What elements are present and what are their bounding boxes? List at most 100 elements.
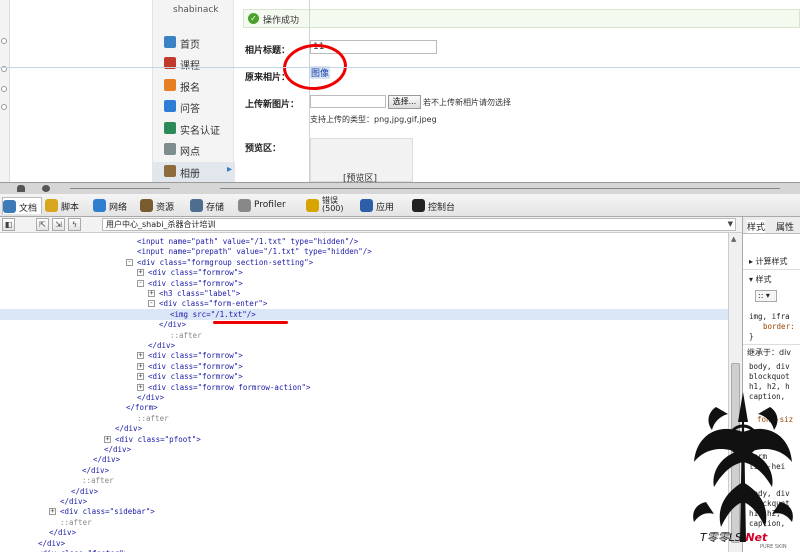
tab-devtools[interactable]: 存储 <box>190 197 230 214</box>
expand-icon[interactable]: + <box>137 362 144 370</box>
dom-tree-row[interactable]: - <div class="formrow"> <box>0 278 728 289</box>
style-filter-dropdown[interactable]: :: ▾ <box>755 290 777 302</box>
tab-devtools[interactable]: 控制台 <box>412 197 455 214</box>
error-count: (500) <box>322 204 344 213</box>
sidebar-item[interactable]: 相册 ▸ <box>153 162 235 182</box>
dom-tree-row[interactable]: </div> <box>0 496 728 507</box>
sidebar-item[interactable]: 报名 <box>153 76 235 96</box>
watermark-subtext: PURE SKIN <box>760 544 787 550</box>
dom-tree-row[interactable]: <div class="footer"> <box>0 548 728 552</box>
highlight-icon[interactable]: ⇲ <box>52 218 65 231</box>
select-element-icon[interactable]: ⇱ <box>36 218 49 231</box>
resources-icon <box>140 199 153 212</box>
inspect-icon[interactable] <box>17 185 25 192</box>
dom-tree-row[interactable]: </div> <box>0 454 728 465</box>
dom-tree-row[interactable]: + <div class="formrow"> <box>0 371 728 382</box>
computed-styles-toggle[interactable]: ▸ 计算样式 <box>749 256 788 267</box>
profiler-icon <box>238 199 251 212</box>
dom-tree-row[interactable]: + <div class="formrow formrow-action"> <box>0 382 728 393</box>
dom-tree-row[interactable]: + <div class="formrow"> <box>0 361 728 372</box>
expand-icon[interactable]: + <box>49 508 56 516</box>
dom-node-text: </div> <box>38 538 66 548</box>
dom-tree-row[interactable]: - <div class="formgroup section-setting"> <box>0 257 728 268</box>
dom-node-text: <h3 class="label"> <box>159 289 241 298</box>
tab-devtools[interactable]: 脚本 <box>45 197 85 214</box>
dom-tree-row[interactable]: + <div class="formrow"> <box>0 267 728 278</box>
sidebar-item[interactable]: 首页 <box>153 33 235 53</box>
expand-icon[interactable]: + <box>137 352 144 360</box>
dom-tree-row[interactable]: <input name="prepath" value="/1.txt" typ… <box>0 246 728 257</box>
expand-icon[interactable]: + <box>148 290 155 297</box>
tab-devtools[interactable]: 资源 <box>140 197 180 214</box>
dom-tree-row[interactable]: + <h3 class="label"> <box>0 288 728 299</box>
dom-tree-row[interactable]: + <div class="formrow"> <box>0 350 728 361</box>
dom-tree-row[interactable]: - <div class="form-enter"> <box>0 298 728 309</box>
strip-dot[interactable] <box>1 38 7 44</box>
tab-attributes[interactable]: 属性 <box>776 220 794 233</box>
dom-node-text: <input name="prepath" value="/1.txt" typ… <box>137 247 372 257</box>
cloud-icon[interactable] <box>42 185 50 192</box>
sidebar-item[interactable]: 实名认证 <box>153 119 235 139</box>
dom-node-text: </div> <box>49 528 77 538</box>
dom-tree-row[interactable]: </div> <box>0 423 728 434</box>
dom-node-text: <div class="footer"> <box>38 548 128 552</box>
dom-tree-row[interactable]: ::after <box>0 413 728 424</box>
sidebar-item[interactable]: 课程 <box>153 54 235 74</box>
watermark-text-suffix: Net <box>745 531 768 544</box>
tab-devtools[interactable]: 网络 <box>93 197 133 214</box>
dom-tree-row[interactable]: </div> <box>0 486 728 497</box>
dom-tree-row[interactable]: </div> <box>0 340 728 351</box>
tab-label-text: 文档 <box>19 204 38 214</box>
tab-devtools[interactable]: 应用 <box>360 197 400 214</box>
tab-styles[interactable]: 样式 <box>747 220 766 233</box>
tab-devtools[interactable]: Profiler <box>238 197 290 214</box>
strip-dot[interactable] <box>1 104 7 110</box>
sidebar-item[interactable]: 网点 <box>153 140 235 160</box>
divider <box>743 344 800 345</box>
file-path-field[interactable] <box>310 95 386 108</box>
dom-tree-panel: <input name="path" value="/1.txt" type="… <box>0 233 728 552</box>
app-icon <box>360 199 373 212</box>
collapse-icon[interactable]: - <box>126 258 133 266</box>
dom-tree-row[interactable]: ::after <box>0 517 728 528</box>
dom-node-text: </div> <box>148 341 176 350</box>
expand-icon[interactable]: + <box>137 269 144 277</box>
dom-tree-row[interactable]: </div> <box>0 392 728 403</box>
collapse-icon[interactable]: - <box>148 300 155 308</box>
strip-dot[interactable] <box>1 86 7 92</box>
dom-tree-row[interactable]: </div> <box>0 465 728 476</box>
chevron-down-icon[interactable]: ▼ <box>728 219 733 230</box>
browse-button[interactable]: 选择... <box>388 95 421 109</box>
dom-tree-row[interactable]: ::after <box>0 475 728 486</box>
styles-section-header[interactable]: ▾ 样式 <box>749 274 772 285</box>
expand-icon[interactable]: + <box>104 435 111 443</box>
sidebar-item[interactable]: 问答 <box>153 97 235 117</box>
dom-tree-row[interactable]: ::after <box>0 330 728 341</box>
dom-tree-row[interactable]: </div> <box>0 319 728 330</box>
dom-tree-row[interactable]: <input name="path" value="/1.txt" type="… <box>0 236 728 247</box>
dom-tree-row[interactable]: <img src="/1.txt"/> <box>0 308 728 320</box>
sidebar: shabinack 首页课程报名问答实名认证网点相册 ▸ <box>152 0 235 182</box>
preview-area: [预览区] <box>310 138 413 182</box>
tab-devtools[interactable]: 文档 <box>2 197 42 214</box>
sidebar-item-label: 网点 <box>180 147 200 158</box>
dock-icon[interactable]: ◧ <box>2 218 15 231</box>
dom-tree-row[interactable]: </div> <box>0 527 728 538</box>
dom-tree-row[interactable]: </form> <box>0 402 728 413</box>
tab-label-text: Profiler <box>254 200 286 210</box>
dom-tree-row[interactable]: + <div class="sidebar"> <box>0 506 728 517</box>
scroll-up-icon[interactable]: ▲ <box>731 235 736 243</box>
lightning-icon[interactable]: ϟ <box>68 218 81 231</box>
breadcrumb[interactable]: 用户中心_shabi_杀器合计培训 ▼ <box>102 218 736 231</box>
dom-tree-row[interactable]: </div> <box>0 444 728 455</box>
storage-icon <box>190 199 203 212</box>
tab-label: 控制台 <box>428 200 455 213</box>
expand-icon[interactable]: + <box>137 373 144 381</box>
dom-tree-row[interactable]: + <div class="pfoot"> <box>0 434 728 445</box>
collapse-icon[interactable]: - <box>137 279 144 287</box>
dom-tree-row[interactable]: </div> <box>0 538 728 549</box>
tab-label-text: 应用 <box>376 203 395 213</box>
tab-label-text: 控制台 <box>428 203 456 213</box>
tab-devtools[interactable]: 错误 (500) <box>306 197 352 214</box>
expand-icon[interactable]: + <box>137 383 144 391</box>
